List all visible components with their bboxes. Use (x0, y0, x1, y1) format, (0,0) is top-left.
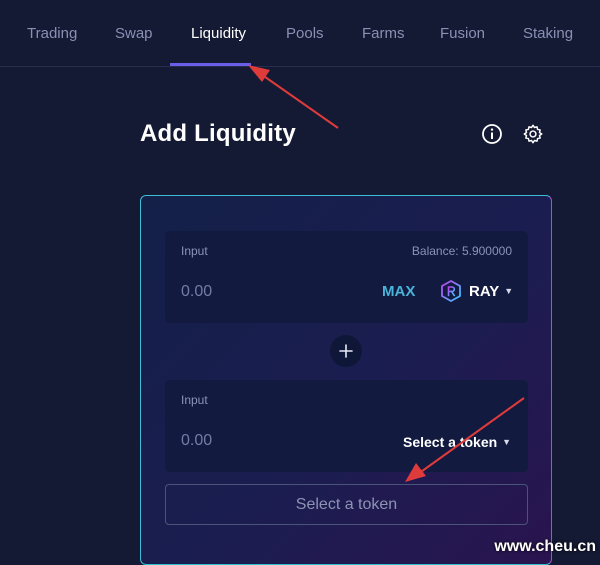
input-b-amount[interactable]: 0.00 (181, 432, 212, 450)
token-b-placeholder: Select a token (403, 434, 498, 450)
token-b-select[interactable]: Select a token ▼ (403, 430, 511, 454)
tab-trading[interactable]: Trading (27, 25, 77, 42)
input-a-amount[interactable]: 0.00 (181, 283, 212, 301)
tab-liquidity[interactable]: Liquidity (191, 25, 246, 42)
gear-icon[interactable] (522, 123, 544, 145)
info-circle-icon[interactable] (481, 123, 503, 145)
top-nav: Trading Swap Liquidity Pools Farms Fusio… (0, 0, 600, 67)
input-a-panel: Input Balance: 5.900000 0.00 MAX RAY ▼ (165, 231, 528, 323)
active-tab-indicator (170, 63, 251, 66)
tab-fusion[interactable]: Fusion (440, 25, 485, 42)
ray-logo-icon (439, 279, 463, 303)
watermark-text: www.cheu.cn (494, 538, 596, 555)
select-token-button[interactable]: Select a token (165, 484, 528, 525)
chevron-down-icon: ▼ (502, 437, 512, 447)
tab-swap[interactable]: Swap (115, 25, 153, 42)
input-a-label: Input (181, 244, 208, 258)
token-a-select[interactable]: RAY ▼ (439, 279, 513, 303)
input-b-label: Input (181, 393, 208, 407)
token-a-symbol: RAY (469, 282, 500, 300)
tab-farms[interactable]: Farms (362, 25, 405, 42)
chevron-down-icon: ▼ (504, 286, 514, 296)
tab-pools[interactable]: Pools (286, 25, 324, 42)
tab-staking[interactable]: Staking (523, 25, 573, 42)
input-b-panel: Input 0.00 Select a token ▼ (165, 380, 528, 472)
annotation-arrow-liquidity (248, 65, 339, 129)
balance-text: Balance: 5.900000 (411, 244, 512, 258)
add-liquidity-card: Input Balance: 5.900000 0.00 MAX RAY ▼ I… (140, 195, 552, 565)
max-button[interactable]: MAX (382, 283, 415, 300)
plus-icon[interactable] (330, 335, 362, 367)
page-title: Add Liquidity (140, 120, 296, 147)
